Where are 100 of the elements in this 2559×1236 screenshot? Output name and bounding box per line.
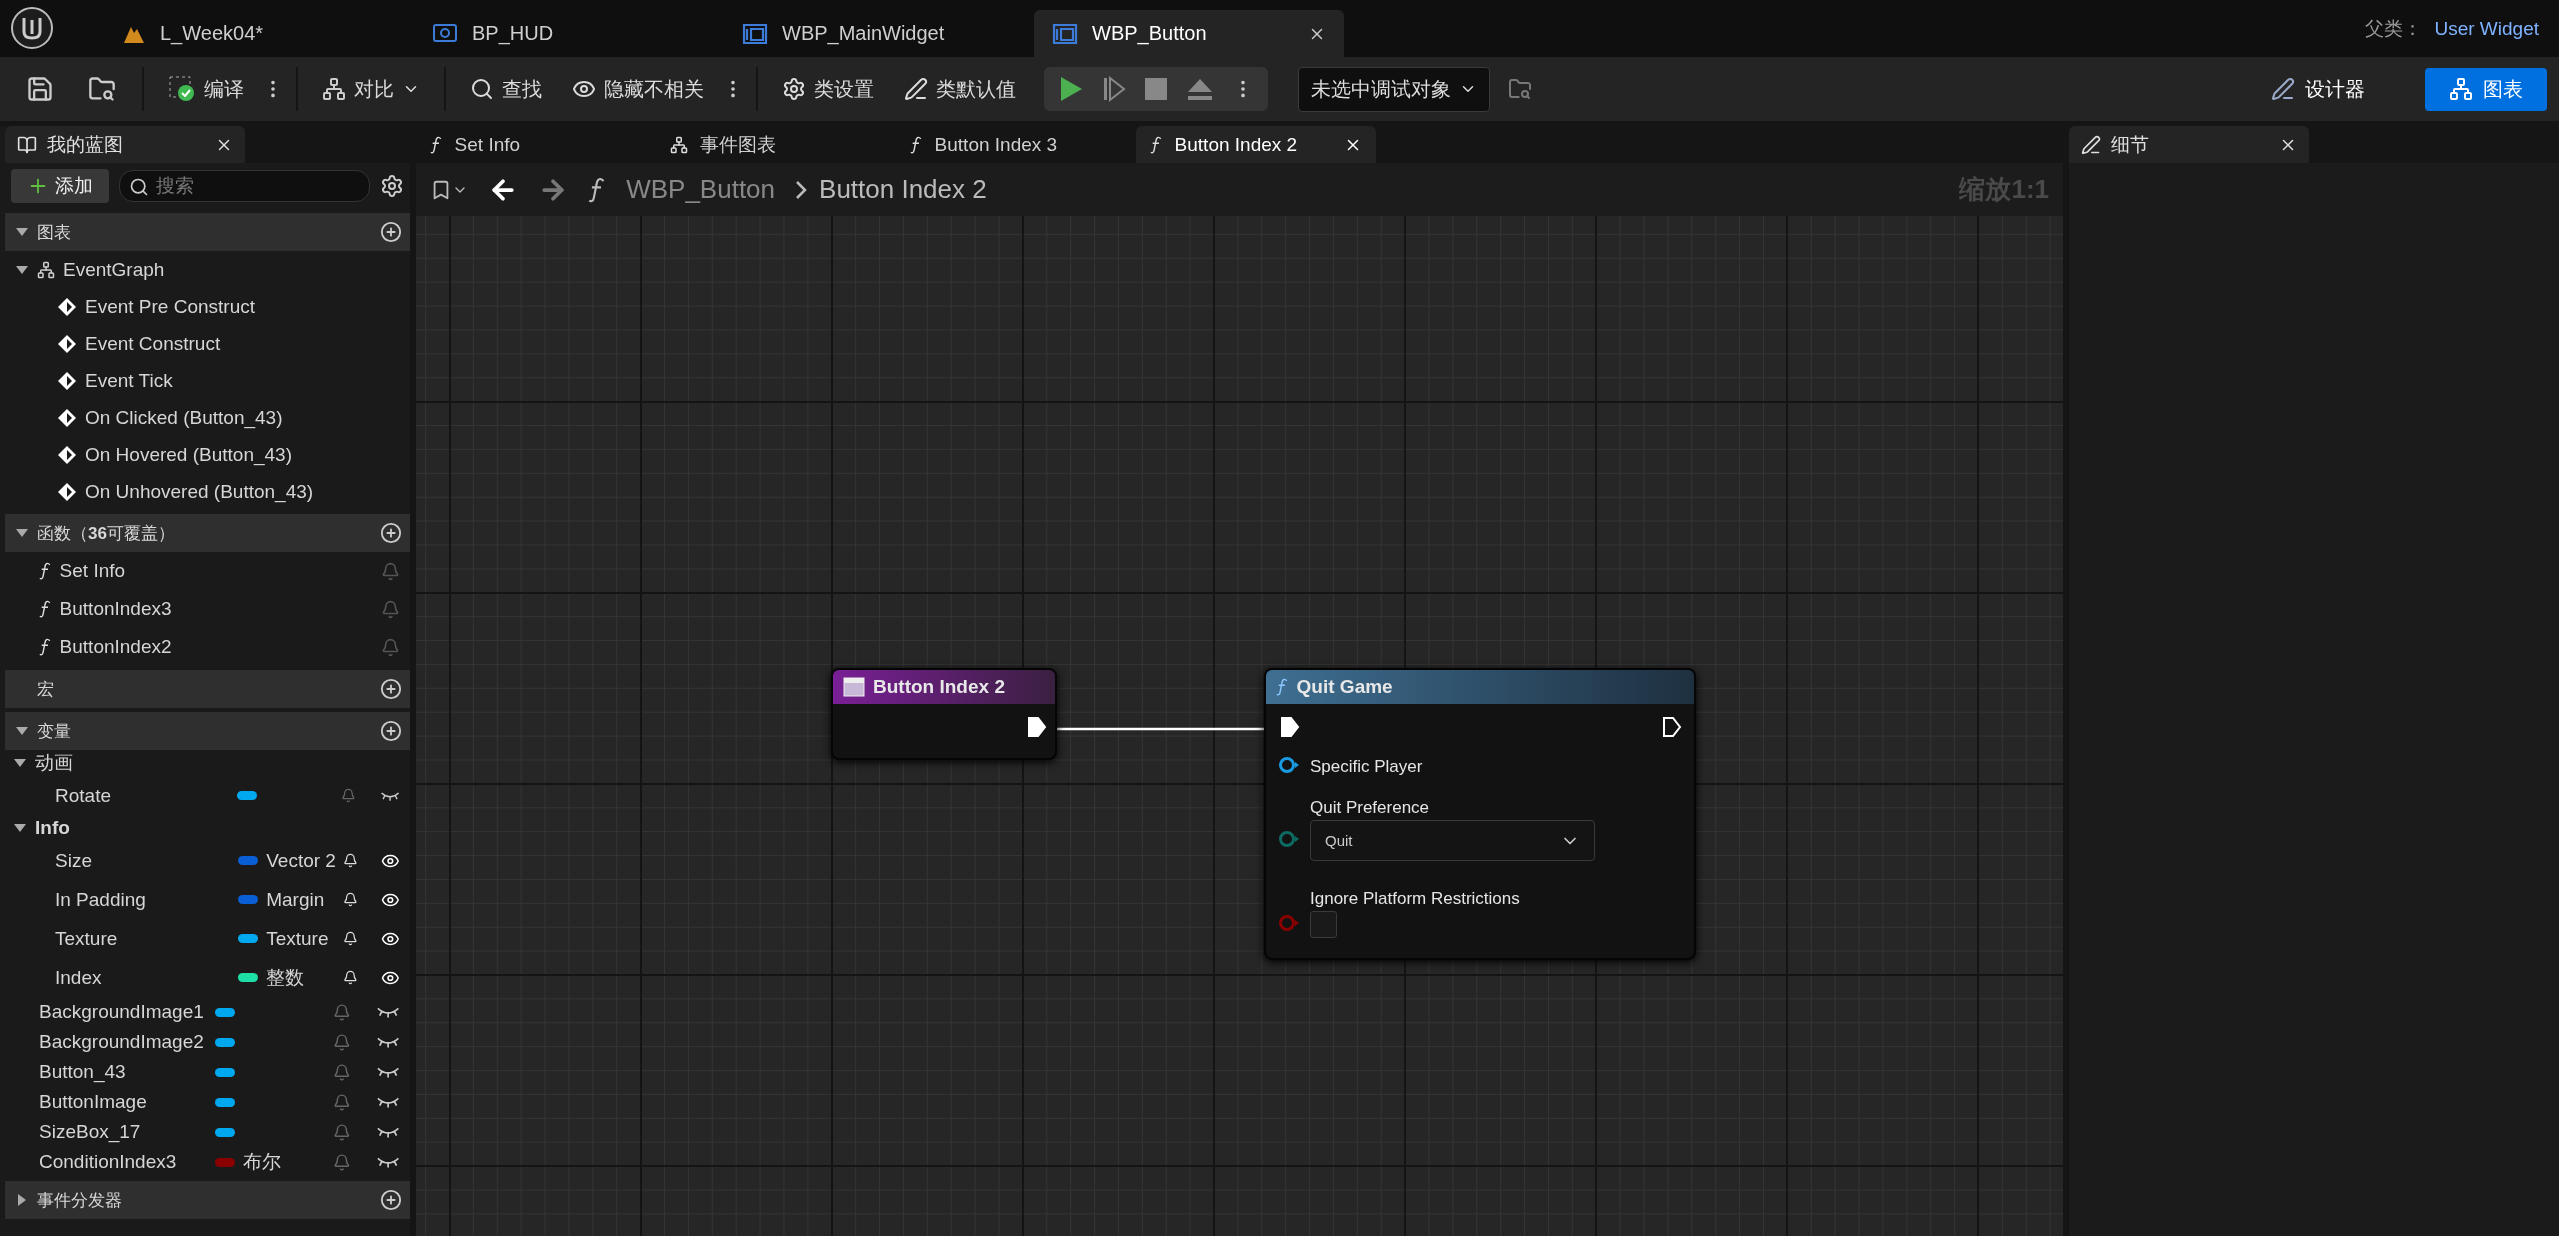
variable-name: Rotate — [55, 784, 112, 807]
add-icon[interactable] — [380, 720, 402, 742]
add-icon[interactable] — [380, 678, 402, 700]
widget-icon — [742, 22, 768, 45]
compare-button[interactable]: 对比 — [310, 69, 432, 109]
book-icon — [17, 134, 37, 155]
pin-label: Specific Player — [1310, 757, 1423, 777]
document-tab[interactable]: L_Week04* — [104, 10, 414, 57]
section-header[interactable]: 事件分发器 — [5, 1181, 410, 1219]
event-item[interactable]: Event Pre Construct — [85, 295, 256, 318]
add-icon[interactable] — [380, 221, 402, 243]
category-item[interactable]: 动画 — [35, 750, 73, 776]
add-button[interactable]: 添加 — [11, 169, 109, 203]
browse-icon[interactable] — [88, 75, 116, 103]
event-icon — [57, 444, 77, 465]
input-pin — [1278, 756, 1300, 774]
event-icon — [57, 407, 77, 428]
parent-class-label: 父类： — [2365, 16, 2423, 41]
input-pin — [1278, 829, 1300, 848]
enum-dropdown[interactable]: Quit — [1310, 820, 1595, 861]
function-item[interactable]: ButtonIndex2 — [59, 636, 373, 658]
event-item[interactable]: On Clicked (Button_43) — [85, 406, 283, 429]
checkbox[interactable] — [1310, 911, 1337, 938]
class-defaults-button[interactable]: 类默认值 — [892, 69, 1028, 109]
function-icon — [588, 176, 607, 203]
panel-tab[interactable]: 我的蓝图 — [5, 126, 245, 163]
function-item[interactable]: ButtonIndex3 — [59, 598, 373, 620]
variable-name: ButtonImage — [39, 1091, 148, 1113]
save-icon[interactable] — [26, 75, 54, 103]
settings-icon[interactable] — [380, 174, 404, 198]
blueprint-icon — [432, 22, 458, 45]
function-icon — [39, 600, 52, 618]
document-tab[interactable]: WBP_MainWidget — [724, 10, 1034, 57]
find-debug-icon[interactable] — [1508, 77, 1532, 101]
variable-type: 整数 — [266, 965, 306, 990]
function-icon — [39, 562, 52, 580]
function-icon — [910, 135, 923, 154]
parent-class-link[interactable]: User Widget — [2434, 17, 2539, 40]
variable-name: SizeBox_17 — [39, 1121, 142, 1143]
graph-tab[interactable]: Button Index 2 — [1136, 126, 1376, 163]
graph-icon — [37, 260, 55, 279]
class-settings-button[interactable]: 类设置 — [770, 69, 886, 109]
compile-status-icon — [168, 75, 196, 103]
event-item[interactable]: On Unhovered (Button_43) — [85, 480, 314, 503]
graph-tab[interactable]: Set Info — [416, 126, 656, 163]
variable-type: Vector 2 — [266, 849, 335, 872]
pin-label: Quit Preference — [1310, 798, 1430, 818]
variable-name: Size — [55, 849, 93, 872]
event-icon — [57, 296, 77, 317]
notify-bell-icon[interactable] — [342, 929, 358, 948]
details-icon — [2081, 134, 2101, 155]
graph-icon — [2449, 77, 2473, 101]
document-tab[interactable]: BP_HUD — [414, 10, 724, 57]
bell-icon — [381, 599, 400, 619]
section-header[interactable]: 函数（36可覆盖） — [5, 514, 410, 552]
designer-mode-button[interactable]: 设计器 — [2247, 67, 2389, 111]
panel-tab[interactable]: 细节 — [2069, 126, 2309, 163]
event-item[interactable]: Event Tick — [85, 369, 173, 392]
variable-name: ConditionIndex3 — [39, 1151, 178, 1173]
notify-bell-icon[interactable] — [342, 968, 358, 987]
graph-tab[interactable]: 事件图表 — [656, 126, 896, 163]
breadcrumb-link[interactable]: WBP_Button — [626, 174, 776, 205]
add-icon[interactable] — [380, 522, 402, 544]
add-icon[interactable] — [380, 1189, 402, 1211]
notify-bell-icon[interactable] — [342, 890, 358, 909]
eject-icon[interactable] — [1186, 77, 1214, 101]
search-icon — [129, 177, 149, 197]
category-item[interactable]: Info — [35, 817, 70, 839]
bell-icon — [381, 637, 400, 657]
section-header[interactable]: 变量 — [5, 712, 410, 750]
event-icon — [57, 481, 77, 502]
section-header[interactable]: 宏 — [5, 670, 410, 708]
engine-logo — [10, 6, 54, 50]
step-icon[interactable] — [1102, 75, 1126, 103]
graph-item[interactable]: EventGraph — [63, 258, 165, 281]
function-item[interactable]: Set Info — [59, 560, 373, 582]
compile-button[interactable]: 编译 — [156, 69, 256, 109]
settings-icon — [782, 77, 806, 101]
input-pin — [1278, 913, 1300, 932]
document-tab[interactable]: WBP_Button — [1034, 10, 1344, 57]
event-icon — [57, 333, 77, 354]
variable-type: 布尔 — [242, 1150, 282, 1174]
event-item[interactable]: Event Construct — [85, 332, 221, 355]
play-icon[interactable] — [1058, 75, 1084, 103]
hide-unrelated-button[interactable]: 隐藏不相关 — [560, 69, 716, 109]
graph-tab[interactable]: Button Index 3 — [896, 126, 1136, 163]
variable-name: Button_43 — [39, 1061, 127, 1083]
debug-target-dropdown[interactable]: 未选中调试对象 — [1298, 66, 1490, 112]
notify-bell-icon[interactable] — [342, 851, 358, 870]
pin-label: Ignore Platform Restrictions — [1310, 889, 1520, 909]
find-button[interactable]: 查找 — [458, 69, 554, 109]
event-item[interactable]: On Hovered (Button_43) — [85, 443, 292, 466]
stop-icon[interactable] — [1144, 77, 1168, 101]
diff-icon — [322, 77, 346, 101]
search-field[interactable]: 搜索 — [119, 170, 370, 202]
variable-name: Texture — [55, 927, 119, 950]
variable-type: Margin — [266, 888, 326, 911]
section-header[interactable]: 图表 — [5, 213, 410, 251]
function-icon — [1276, 678, 1289, 696]
graph-mode-button[interactable]: 图表 — [2425, 67, 2547, 111]
